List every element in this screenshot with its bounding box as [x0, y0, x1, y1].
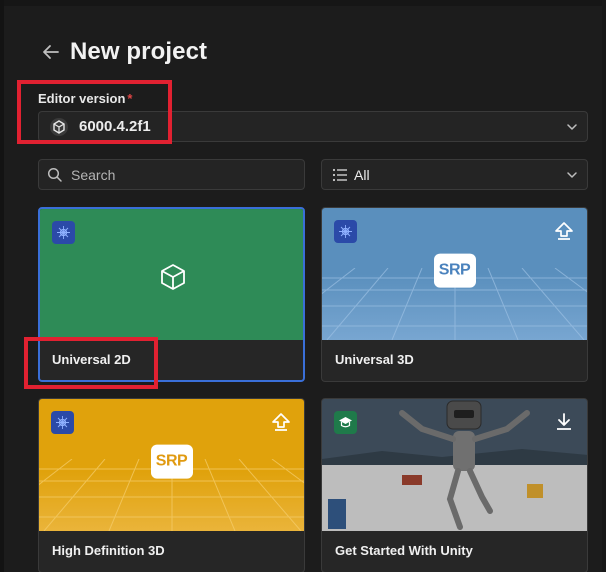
- srp-logo: SRP: [433, 253, 476, 288]
- search-input[interactable]: [71, 166, 291, 183]
- template-thumbnail: [40, 209, 303, 340]
- template-name: Get Started With Unity: [335, 543, 473, 558]
- template-card-universal-3d[interactable]: SRP Universal 3D: [321, 207, 588, 382]
- template-card-high-definition-3d[interactable]: SRP High Definition 3D: [38, 398, 305, 572]
- top-border: [0, 0, 606, 6]
- page-header: New project: [40, 36, 207, 68]
- robot-scene-image: [322, 399, 587, 531]
- template-name: High Definition 3D: [52, 543, 165, 558]
- chevron-down-icon: [567, 172, 577, 178]
- template-filter-dropdown[interactable]: All: [321, 159, 588, 190]
- back-arrow-icon[interactable]: [40, 41, 62, 63]
- render-pipeline-icon: [52, 221, 75, 244]
- annotation-box-editor-version: [17, 80, 172, 144]
- upgrade-icon[interactable]: [270, 411, 292, 433]
- upgrade-icon[interactable]: [553, 220, 575, 242]
- list-icon: [332, 168, 347, 181]
- template-thumbnail: SRP: [39, 399, 304, 531]
- render-pipeline-icon: [51, 411, 74, 434]
- search-icon: [47, 167, 62, 182]
- annotation-box-universal-2d: [24, 337, 158, 389]
- template-card-get-started[interactable]: Get Started With Unity: [321, 398, 588, 572]
- left-border: [0, 0, 4, 572]
- cube-icon: [161, 264, 185, 290]
- render-pipeline-icon: [334, 220, 357, 243]
- download-icon[interactable]: [553, 411, 575, 433]
- graduation-cap-icon: [334, 411, 357, 434]
- scrollbar[interactable]: [602, 0, 606, 572]
- page-title: New project: [70, 38, 208, 65]
- srp-logo: SRP: [150, 444, 193, 479]
- template-thumbnail: SRP: [322, 208, 587, 340]
- template-search[interactable]: [38, 159, 305, 190]
- template-thumbnail: [322, 399, 587, 531]
- filter-value: All: [354, 166, 370, 183]
- chevron-down-icon: [567, 124, 577, 130]
- template-name: Universal 3D: [335, 352, 414, 367]
